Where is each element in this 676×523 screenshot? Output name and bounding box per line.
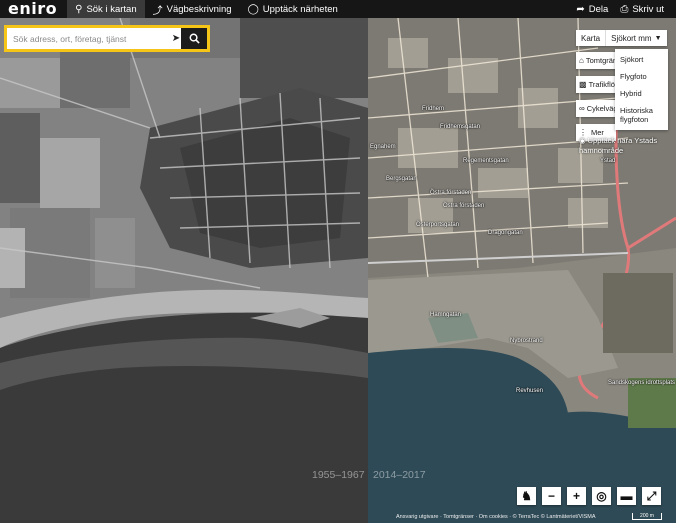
map-type-select[interactable]: Sjökort mm ▼ [606,30,666,46]
measure-button[interactable]: ▬ [617,487,636,505]
location-arrow-icon: ➤ [171,33,181,44]
person-icon: ♞ [521,489,532,503]
map-label: Revhusen [516,388,544,394]
tab-search-map[interactable]: ⚲ Sök i kartan [67,0,145,18]
map-label: Österportsgatan [416,222,460,228]
bike-icon: ∞ [579,104,585,113]
layer-toggle-cykel[interactable]: ∞ Cykelvägar [576,100,616,117]
street-view-button[interactable]: ♞ [517,487,536,505]
plus-icon: + [572,489,580,503]
layers-panel: ⌂ Tomtgränser ▩ Trafikflöden ∞ Cykelväga… [576,52,616,148]
map-label: Sandskogens idrottsplats [608,380,676,386]
map-type-option[interactable]: Sjökort [615,51,668,68]
tab-directions[interactable]: ⤴ Vägbeskrivning [145,0,240,18]
map-type-option[interactable]: Hybrid [615,85,668,102]
layer-label: Tomtgränser [585,56,616,65]
map-type-selected: Sjökort mm [611,33,652,43]
map-label: Dragongatan [488,230,523,236]
tab-discover-nearby[interactable]: ◯ Upptäck närheten [240,0,346,18]
fullscreen-button[interactable]: ⤢ [642,487,661,505]
ruler-icon: ▬ [620,489,633,503]
search-icon [189,33,200,44]
eniro-logo[interactable]: eniro [0,0,67,18]
map-label: Egnahem [370,144,396,150]
layer-label: Trafikflöden [588,80,616,89]
crosshair-icon: ◎ [596,489,607,503]
tab-directions-label: Vägbeskrivning [166,3,232,15]
map-type-option[interactable]: Flygfoto [615,68,668,85]
scale-bar: 200 m [632,513,662,520]
top-bar: eniro ⚲ Sök i kartan ⤴ Vägbeskrivning ◯ … [0,0,676,18]
map-label: Östra förstaden [443,203,485,209]
map-label: Nybrostrand [510,338,543,344]
search-input[interactable] [7,32,165,45]
map-label: Ystad [600,158,616,164]
map-label: Regementsgatan [463,158,509,164]
zoom-in-button[interactable]: + [567,487,586,505]
print-button[interactable]: ⎙ Skriv ut [614,0,670,18]
discover-label: Upptäck nära Ystads hamnområde [579,136,658,155]
map-canvas[interactable]: 1955–1967 Egnahem Fridhem Fridhemsgatan … [0,18,676,523]
search-button[interactable] [181,28,207,49]
share-button[interactable]: ➦ Dela [570,0,614,18]
car-icon: ▩ [579,80,587,89]
search-icon: ⚲ [75,3,83,15]
tab-discover-nearby-label: Upptäck närheten [262,3,338,15]
layer-label: Cykelvägar [586,104,616,113]
share-icon: ➦ [576,3,585,15]
map-label: Östra förstaden [430,190,472,196]
map-type-switcher: Karta Sjökort mm ▼ [576,30,667,46]
map-label: Hamngatan [430,312,462,318]
year-range-right: 2014–2017 [373,469,426,481]
minus-icon: − [547,489,555,503]
top-actions: ➦ Dela ⎙ Skriv ut [570,0,670,18]
my-location-button[interactable]: ◎ [592,487,611,505]
discover-nearby-link[interactable]: ◉ Upptäck nära Ystads hamnområde [579,136,671,156]
historical-photo-pane[interactable]: 1955–1967 [0,18,368,523]
attribution[interactable]: Ansvarig utgivare · Tomtgränser · Om coo… [396,514,596,520]
tab-search-map-label: Sök i kartan [86,3,137,15]
binoculars-icon: ◯ [247,3,259,15]
layer-toggle-tomtgranser[interactable]: ⌂ Tomtgränser [576,52,616,69]
binoculars-icon: ◉ [579,136,588,145]
layer-toggle-trafik[interactable]: ▩ Trafikflöden [576,76,616,93]
year-range-left: 1955–1967 [312,469,365,481]
map-label: Fridhem [422,106,445,112]
expand-icon: ⤢ [646,488,657,503]
map-type-dropdown: Sjökort Flygfoto Hybrid Historiska flygf… [615,49,668,130]
map-type-karta[interactable]: Karta [576,30,607,46]
zoom-out-button[interactable]: − [542,487,561,505]
map-controls: ♞ − + ◎ ▬ ⤢ [517,487,667,505]
map-label: Bergsgatan [386,176,417,182]
historical-aerial-image [0,18,368,523]
map-type-option[interactable]: Historiska flygfoton [615,102,668,128]
map-label: Fridhemsgatan [440,124,481,130]
search-field-wrapper: ➤ [7,28,207,49]
print-icon: ⎙ [620,3,629,15]
route-icon: ⤴ [152,5,163,17]
print-label: Skriv ut [632,3,664,15]
house-icon: ⌂ [579,56,584,65]
chevron-down-icon: ▼ [654,34,662,42]
share-label: Dela [588,3,609,15]
search-bar: ➤ [4,25,210,52]
